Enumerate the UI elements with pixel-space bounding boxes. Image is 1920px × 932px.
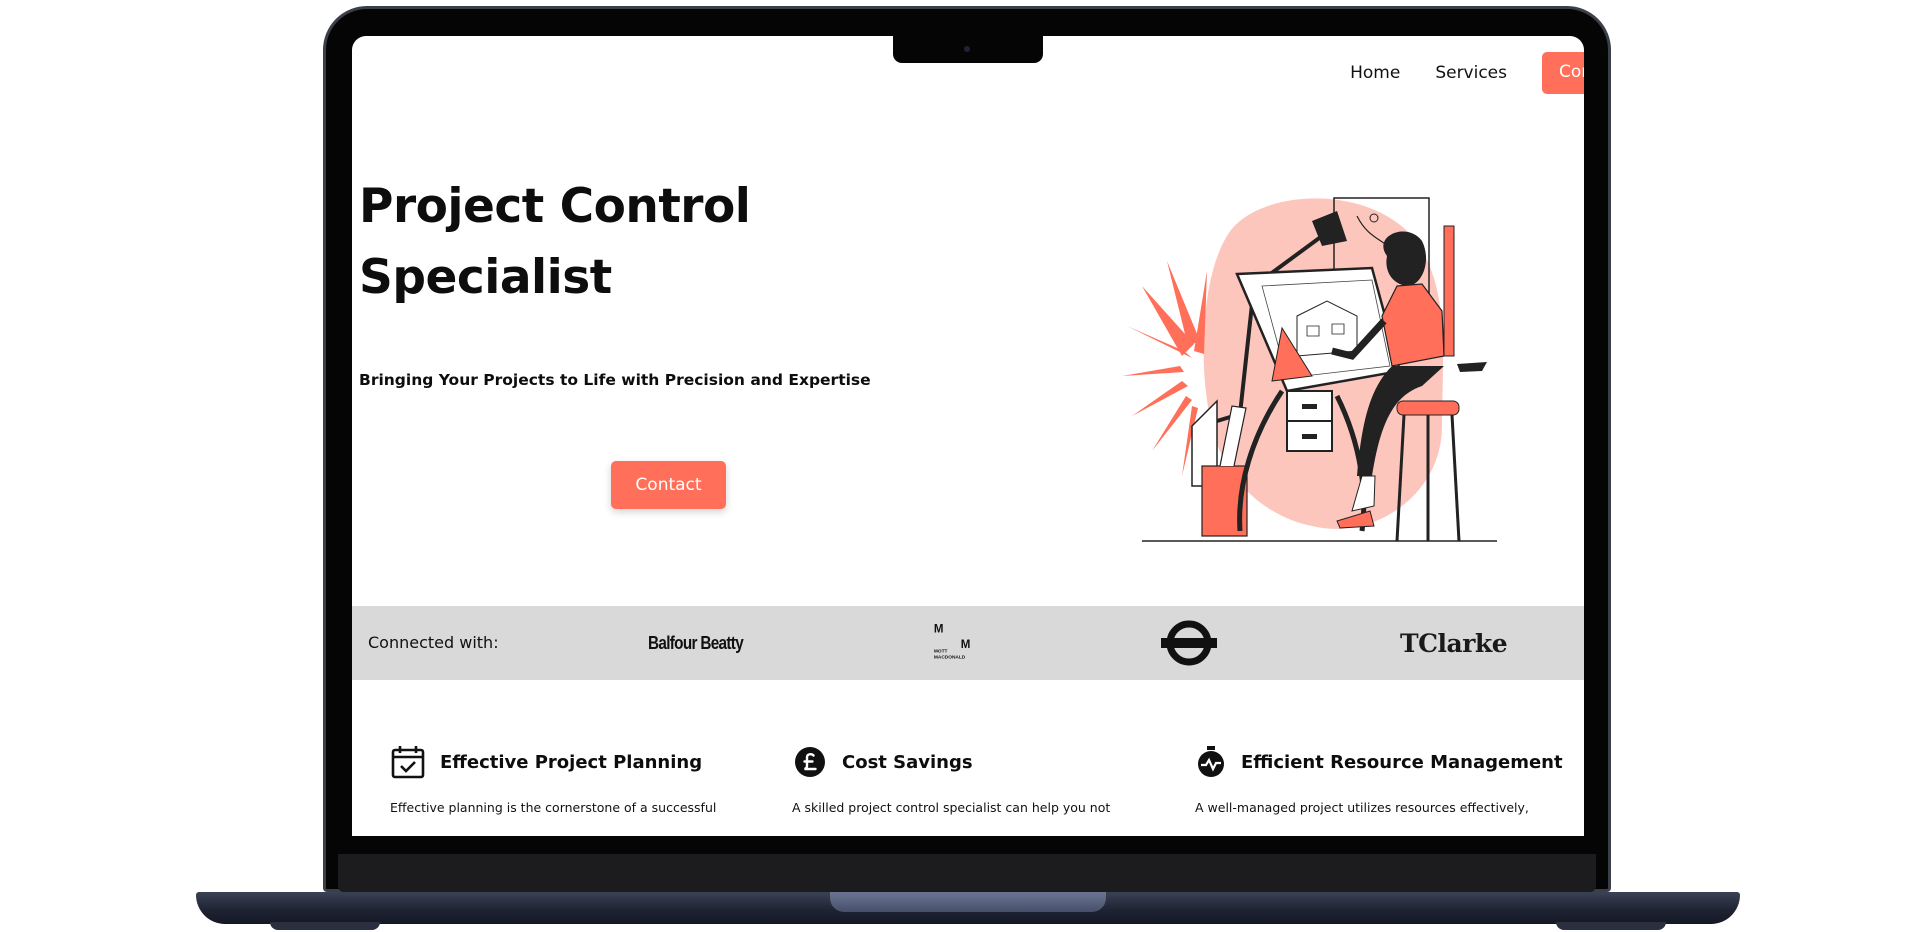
mott-macdonald-mark-top: M bbox=[934, 623, 944, 635]
feature-text: A skilled project control specialist can… bbox=[792, 800, 1111, 815]
feature-text: A well-managed project utilizes resource… bbox=[1195, 800, 1529, 815]
balfour-beatty-logo-text: Balfour Beatty bbox=[648, 632, 744, 653]
pound-coin-icon bbox=[792, 744, 828, 780]
tclarke-logo: TClarke bbox=[1400, 606, 1508, 680]
mott-macdonald-text-line2: MACDONALD bbox=[934, 654, 966, 660]
mott-macdonald-mark: M M MOTT MACDONALD bbox=[934, 623, 971, 660]
partners-band: Connected with: Balfour Beatty M M MOTT … bbox=[352, 606, 1584, 680]
drafting-illustration bbox=[1122, 197, 1497, 542]
stopwatch-icon bbox=[1195, 744, 1227, 780]
tclarke-logo-text: TClarke bbox=[1400, 628, 1508, 658]
laptop-chin bbox=[338, 854, 1596, 892]
website-screen: Home Services Contact Project Control Sp… bbox=[352, 36, 1584, 836]
partners-label: Connected with: bbox=[368, 633, 499, 652]
camera-notch bbox=[893, 36, 1043, 63]
feature-title: Cost Savings bbox=[842, 751, 973, 773]
feature-text: Effective planning is the cornerstone of… bbox=[390, 800, 717, 815]
hero-title: Project Control Specialist bbox=[359, 171, 879, 313]
calendar-check-icon bbox=[390, 744, 426, 780]
hero-subtitle: Bringing Your Projects to Life with Prec… bbox=[359, 371, 871, 389]
hero-title-line2: Specialist bbox=[359, 250, 612, 305]
laptop-foot-left bbox=[270, 922, 380, 930]
feature-resource-management: Efficient Resource Management A well-man… bbox=[1195, 744, 1563, 815]
balfour-beatty-logo: Balfour Beatty bbox=[648, 606, 744, 680]
mott-macdonald-mark-right: M bbox=[961, 639, 971, 651]
laptop-foot-right bbox=[1556, 922, 1666, 930]
feature-cost-savings: Cost Savings A skilled project control s… bbox=[792, 744, 1152, 815]
laptop-opening-lip bbox=[830, 892, 1106, 912]
roundel-logo bbox=[1160, 606, 1218, 680]
top-nav: Home Services Contact bbox=[1350, 52, 1584, 94]
nav-home-link[interactable]: Home bbox=[1350, 63, 1400, 83]
nav-contact-button[interactable]: Contact bbox=[1542, 52, 1584, 94]
feature-title: Efficient Resource Management bbox=[1241, 751, 1563, 773]
hero-title-line1: Project Control bbox=[359, 179, 751, 234]
feature-title: Effective Project Planning bbox=[440, 751, 703, 773]
mott-macdonald-text-line1: MOTT bbox=[934, 649, 948, 655]
feature-project-planning: Effective Project Planning Effective pla… bbox=[390, 744, 750, 815]
hero-contact-button[interactable]: Contact bbox=[611, 461, 726, 509]
nav-services-link[interactable]: Services bbox=[1435, 63, 1507, 83]
camera-icon bbox=[964, 46, 970, 52]
mott-macdonald-logo: M M MOTT MACDONALD bbox=[932, 606, 980, 680]
